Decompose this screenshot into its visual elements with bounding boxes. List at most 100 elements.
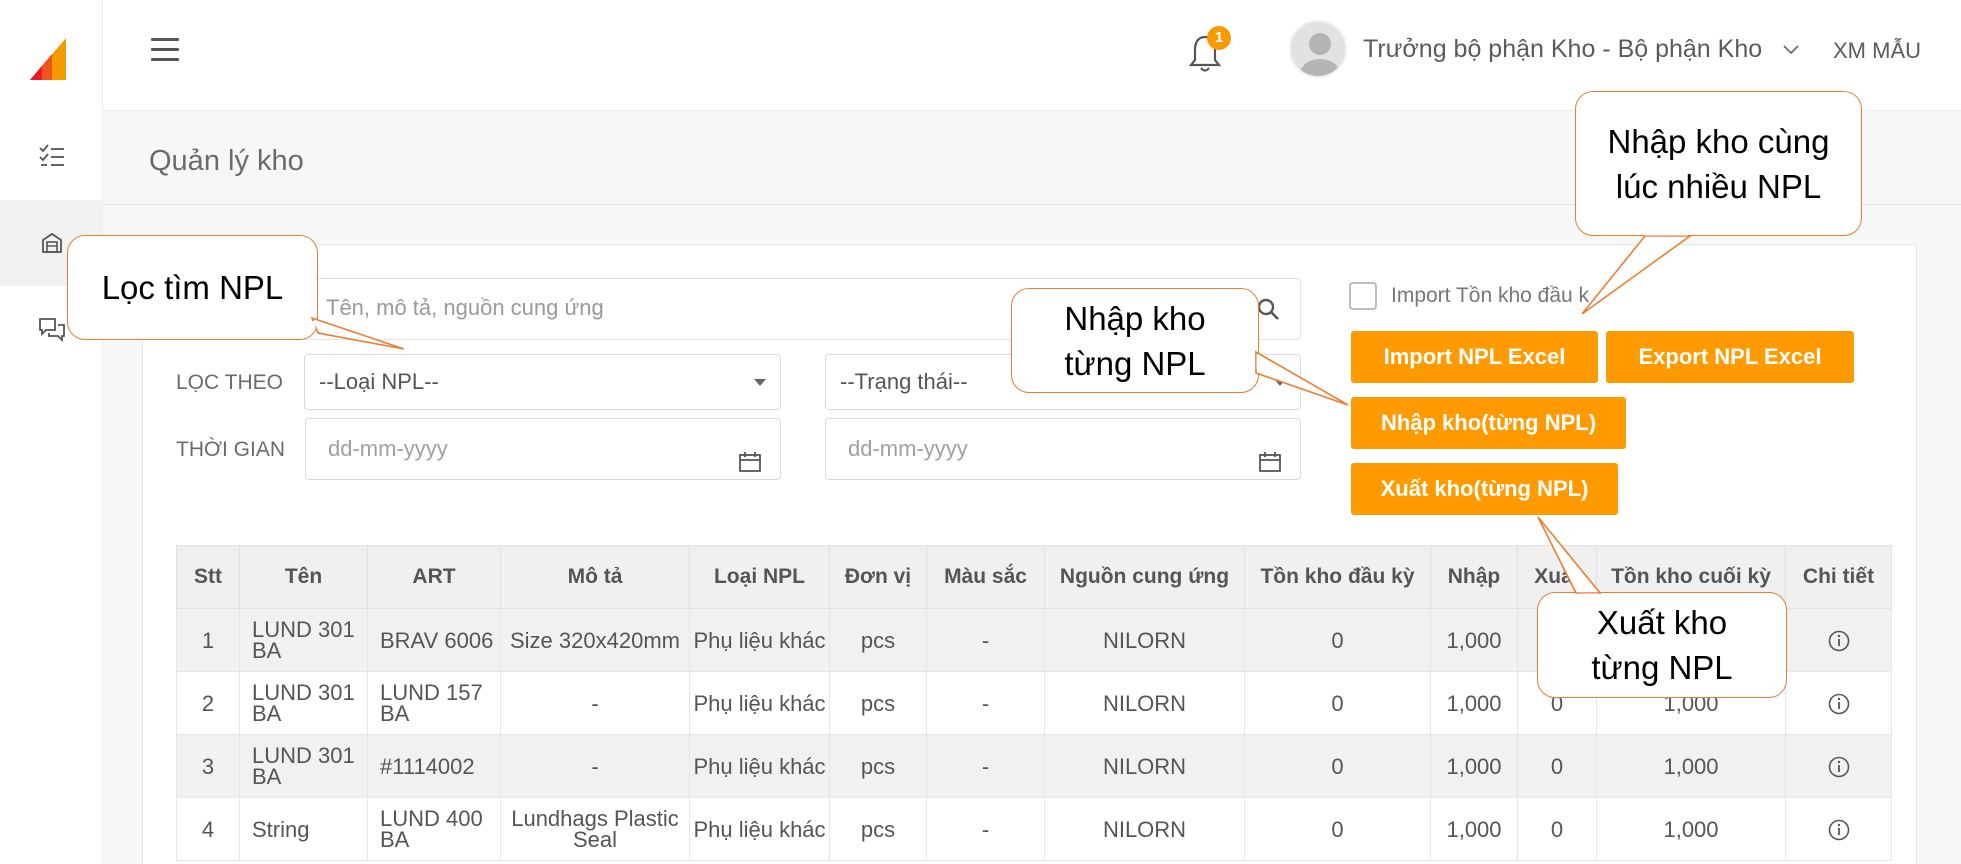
cell-npl-type: Phụ liệu khác <box>689 608 830 672</box>
cell-color: - <box>926 608 1045 672</box>
column-header[interactable]: Nguồn cung ứng <box>1044 545 1245 609</box>
cell-closing-stock: 1,000 <box>1596 797 1786 861</box>
cell-color: - <box>926 671 1045 735</box>
checklist-icon <box>38 144 64 166</box>
sidebar <box>0 0 103 864</box>
user-name[interactable]: Trưởng bộ phận Kho - Bộ phận Kho <box>1363 35 1762 64</box>
cell-unit: pcs <box>829 734 927 798</box>
cell-description: - <box>500 671 690 735</box>
cell-import: 1,000 <box>1430 797 1518 861</box>
date-to-input[interactable]: dd-mm-yyyy <box>825 418 1301 480</box>
callout-filter: Lọc tìm NPL <box>67 235 318 340</box>
column-header[interactable]: Mô tả <box>500 545 690 609</box>
cell-color: - <box>926 797 1045 861</box>
export-npl-excel-button[interactable]: Export NPL Excel <box>1606 331 1854 383</box>
caret-down-icon <box>754 379 766 386</box>
column-header[interactable]: Đơn vị <box>829 545 927 609</box>
callout-single-import: Nhập kho từng NPL <box>1011 288 1259 393</box>
org-name[interactable]: XM MẪU <box>1833 38 1921 64</box>
cell-art: BRAV 6006 <box>367 608 501 672</box>
chat-icon <box>38 318 65 343</box>
sidebar-item-tasks[interactable] <box>0 113 103 199</box>
cell-opening-stock: 0 <box>1244 734 1431 798</box>
cell-description: Lundhags Plastic Seal <box>500 797 690 861</box>
caret-down-icon <box>1274 379 1286 386</box>
page-title: Quản lý kho <box>149 145 304 177</box>
import-single-npl-button[interactable]: Nhập kho(từng NPL) <box>1351 397 1626 449</box>
column-header[interactable]: Nhập <box>1430 545 1518 609</box>
column-header[interactable]: Stt <box>176 545 240 609</box>
column-header[interactable]: Tồn kho đầu kỳ <box>1244 545 1431 609</box>
cell-stt: 2 <box>176 671 240 735</box>
column-header[interactable]: Tên <box>239 545 368 609</box>
time-label: THỜI GIAN <box>176 438 286 461</box>
table-row[interactable]: 4 String LUND 400 BA Lundhags Plastic Se… <box>176 797 1892 861</box>
cell-import: 1,000 <box>1430 608 1518 672</box>
cell-supplier: NILORN <box>1044 608 1245 672</box>
warehouse-icon <box>41 232 62 253</box>
cell-supplier: NILORN <box>1044 671 1245 735</box>
calendar-icon[interactable] <box>738 436 762 496</box>
cell-detail <box>1785 671 1892 735</box>
calendar-icon[interactable] <box>1258 436 1282 496</box>
cell-art: LUND 400 BA <box>367 797 501 861</box>
avatar[interactable] <box>1289 20 1347 78</box>
menu-toggle-icon[interactable] <box>151 38 179 62</box>
status-value: --Trạng thái-- <box>840 369 968 394</box>
export-single-npl-button[interactable]: Xuất kho(từng NPL) <box>1351 463 1618 515</box>
column-header[interactable]: ART <box>367 545 501 609</box>
npl-type-select[interactable]: --Loại NPL-- <box>304 354 781 410</box>
cell-name: LUND 301 BA <box>239 734 368 798</box>
notification-badge: 1 <box>1207 26 1231 50</box>
cell-description: Size 320x420mm <box>500 608 690 672</box>
table-row[interactable]: 3 LUND 301 BA #1114002 - Phụ liệu khác p… <box>176 734 1892 798</box>
column-header[interactable]: Màu sắc <box>926 545 1045 609</box>
info-icon[interactable] <box>1828 756 1850 778</box>
search-icon[interactable] <box>1256 297 1280 326</box>
cell-color: - <box>926 734 1045 798</box>
import-opening-stock-row: Import Tồn kho đầu k <box>1349 282 1589 310</box>
app-logo[interactable] <box>30 38 66 80</box>
column-header[interactable]: Loại NPL <box>689 545 830 609</box>
callout-single-export: Xuất kho từng NPL <box>1537 592 1787 698</box>
npl-type-value: --Loại NPL-- <box>319 369 439 394</box>
cell-stt: 3 <box>176 734 240 798</box>
chevron-down-icon[interactable] <box>1783 42 1799 60</box>
import-opening-stock-checkbox[interactable] <box>1349 282 1377 310</box>
cell-stt: 4 <box>176 797 240 861</box>
cell-supplier: NILORN <box>1044 734 1245 798</box>
cell-art: LUND 157 BA <box>367 671 501 735</box>
cell-opening-stock: 0 <box>1244 671 1431 735</box>
filter-label: LỌC THEO <box>176 371 283 394</box>
callout-bulk-import: Nhập kho cùng lúc nhiều NPL <box>1575 91 1862 236</box>
cell-export: 0 <box>1517 734 1597 798</box>
cell-name: String <box>239 797 368 861</box>
cell-closing-stock: 1,000 <box>1596 734 1786 798</box>
cell-description: - <box>500 734 690 798</box>
info-icon[interactable] <box>1828 630 1850 652</box>
cell-npl-type: Phụ liệu khác <box>689 671 830 735</box>
cell-unit: pcs <box>829 608 927 672</box>
cell-detail <box>1785 608 1892 672</box>
cell-export: 0 <box>1517 797 1597 861</box>
cell-opening-stock: 0 <box>1244 608 1431 672</box>
info-icon[interactable] <box>1828 819 1850 841</box>
cell-opening-stock: 0 <box>1244 797 1431 861</box>
cell-supplier: NILORN <box>1044 797 1245 861</box>
info-icon[interactable] <box>1828 693 1850 715</box>
cell-npl-type: Phụ liệu khác <box>689 797 830 861</box>
cell-detail <box>1785 734 1892 798</box>
date-from-input[interactable]: dd-mm-yyyy <box>305 418 781 480</box>
cell-unit: pcs <box>829 671 927 735</box>
cell-name: LUND 301 BA <box>239 608 368 672</box>
date-to-placeholder: dd-mm-yyyy <box>848 436 968 461</box>
cell-import: 1,000 <box>1430 671 1518 735</box>
cell-npl-type: Phụ liệu khác <box>689 734 830 798</box>
cell-name: LUND 301 BA <box>239 671 368 735</box>
column-header[interactable]: Chi tiết <box>1785 545 1892 609</box>
cell-detail <box>1785 797 1892 861</box>
import-npl-excel-button[interactable]: Import NPL Excel <box>1351 331 1598 383</box>
cell-unit: pcs <box>829 797 927 861</box>
date-from-placeholder: dd-mm-yyyy <box>328 436 448 461</box>
cell-stt: 1 <box>176 608 240 672</box>
